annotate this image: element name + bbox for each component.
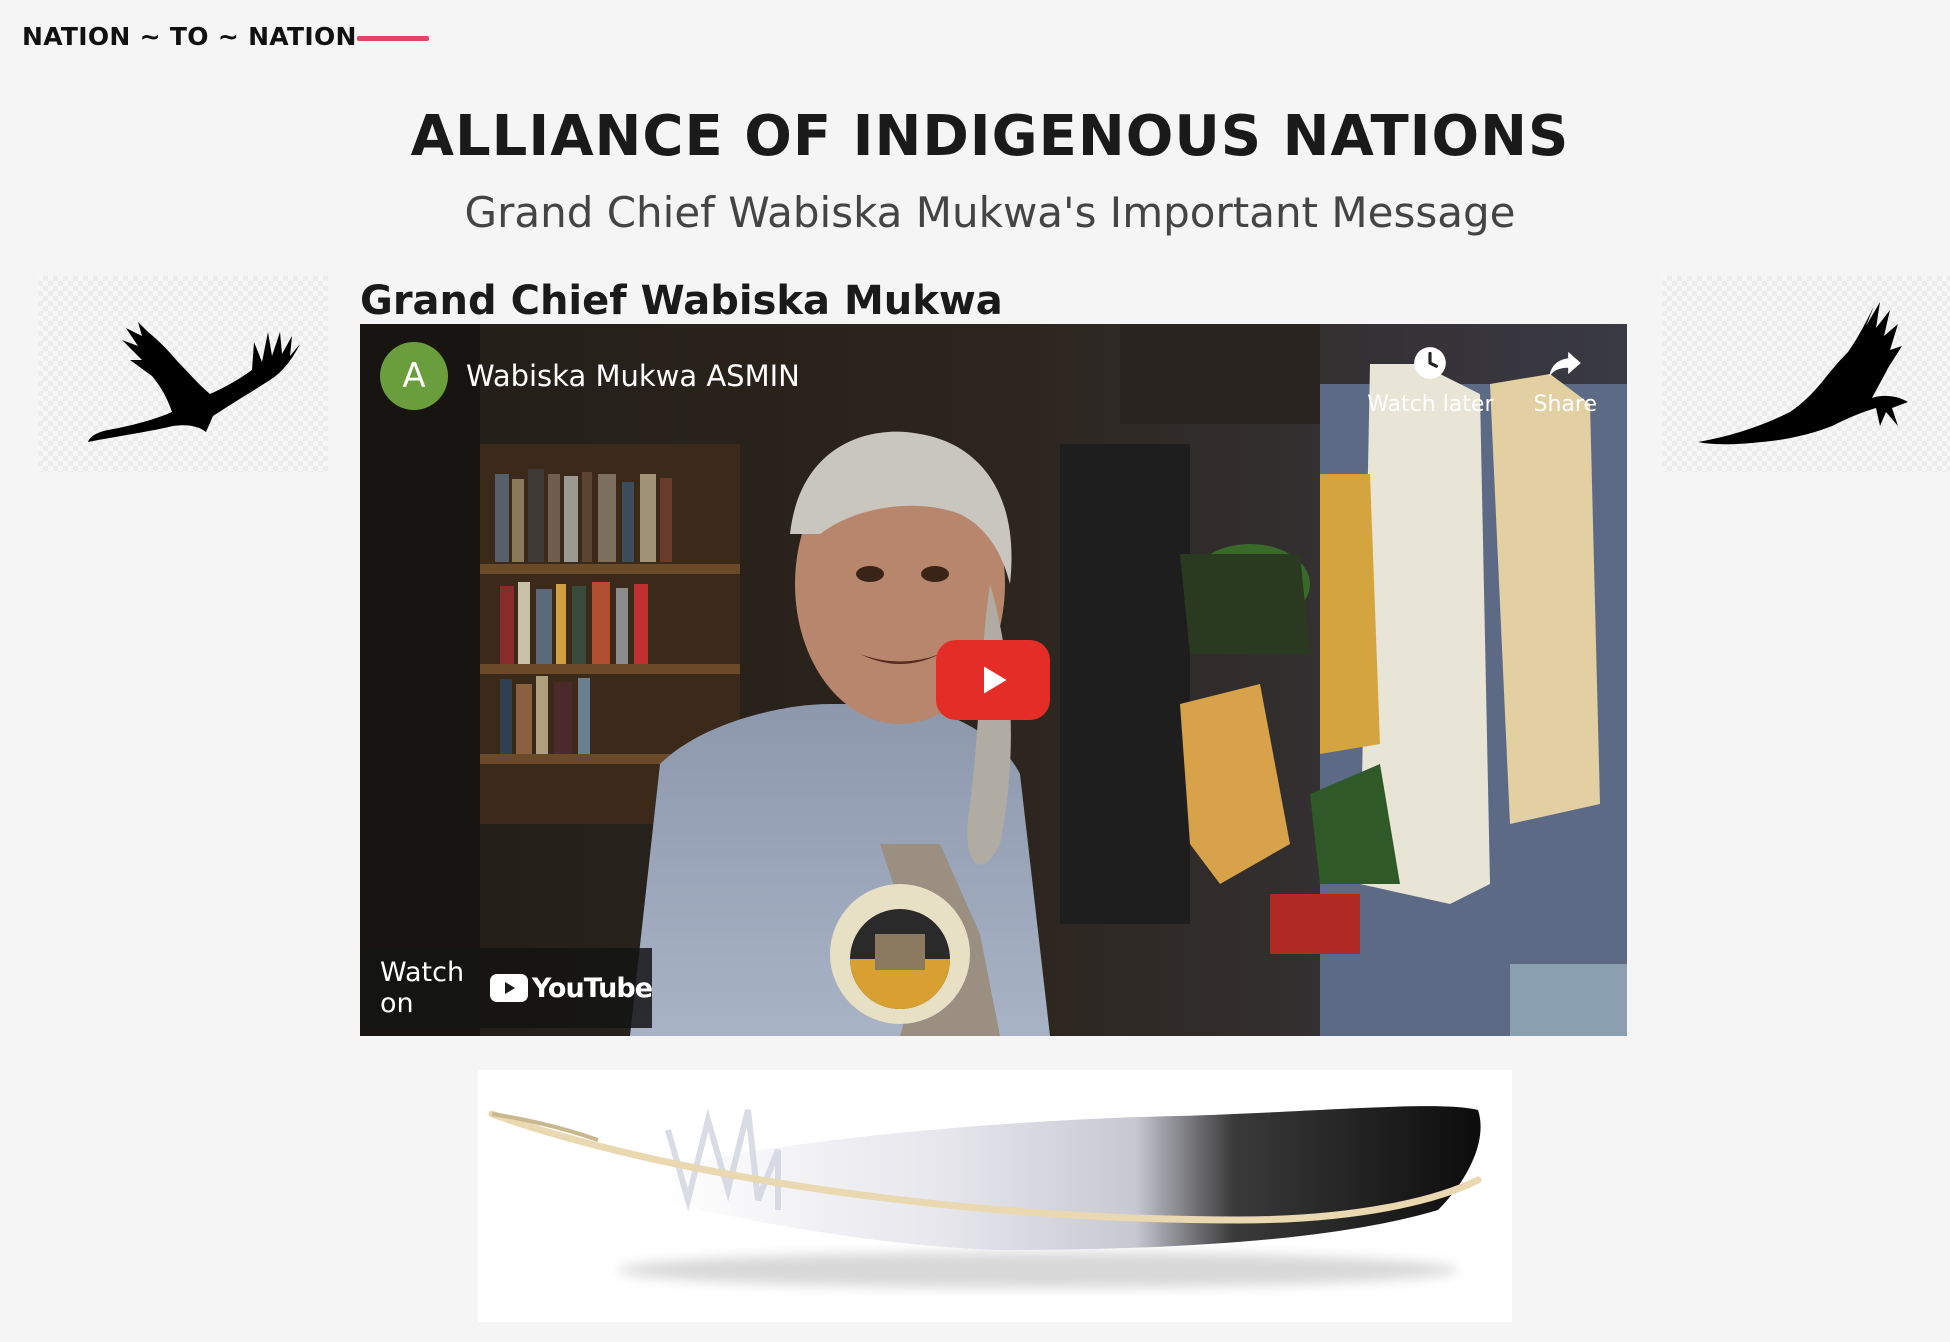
youtube-logo: YouTube (489, 972, 653, 1004)
feather-illustration (488, 1106, 1482, 1288)
section-heading: Grand Chief Wabiska Mukwa (360, 278, 1003, 324)
watch-on-youtube-button[interactable]: Watch on YouTube (360, 948, 653, 1028)
page-subtitle: Grand Chief Wabiska Mukwa's Important Me… (464, 188, 1516, 237)
page-title: ALLIANCE OF INDIGENOUS NATIONS (410, 104, 1570, 169)
play-button[interactable] (936, 640, 1050, 720)
channel-info[interactable]: A Wabiska Mukwa ASMIN (380, 342, 800, 410)
eagle-right-image (1662, 276, 1950, 472)
site-brand[interactable]: NATION ~ TO ~ NATION (22, 22, 357, 51)
share-arrow-icon (1549, 351, 1582, 378)
youtube-video-embed[interactable]: A Wabiska Mukwa ASMIN Watch later Share … (360, 324, 1627, 1036)
channel-name[interactable]: Wabiska Mukwa ASMIN (466, 359, 800, 393)
clock-icon (1414, 347, 1447, 379)
watch-later-button[interactable]: Watch later (1367, 344, 1494, 417)
video-top-actions: Watch later Share (1367, 344, 1597, 417)
play-icon (984, 666, 1007, 694)
youtube-logo-icon (489, 974, 528, 1002)
eagle-silhouette-icon (1698, 302, 1908, 445)
share-label: Share (1533, 392, 1598, 417)
eagle-left-image (38, 276, 328, 472)
brand-accent-line (357, 36, 429, 41)
watch-on-label: Watch on (380, 957, 465, 1019)
watch-later-label: Watch later (1367, 392, 1494, 417)
share-button[interactable]: Share (1533, 344, 1598, 417)
eagle-silhouette-icon (88, 322, 300, 442)
youtube-label: YouTube (531, 972, 653, 1004)
feather-image (478, 1070, 1512, 1322)
channel-avatar[interactable]: A (380, 342, 448, 410)
